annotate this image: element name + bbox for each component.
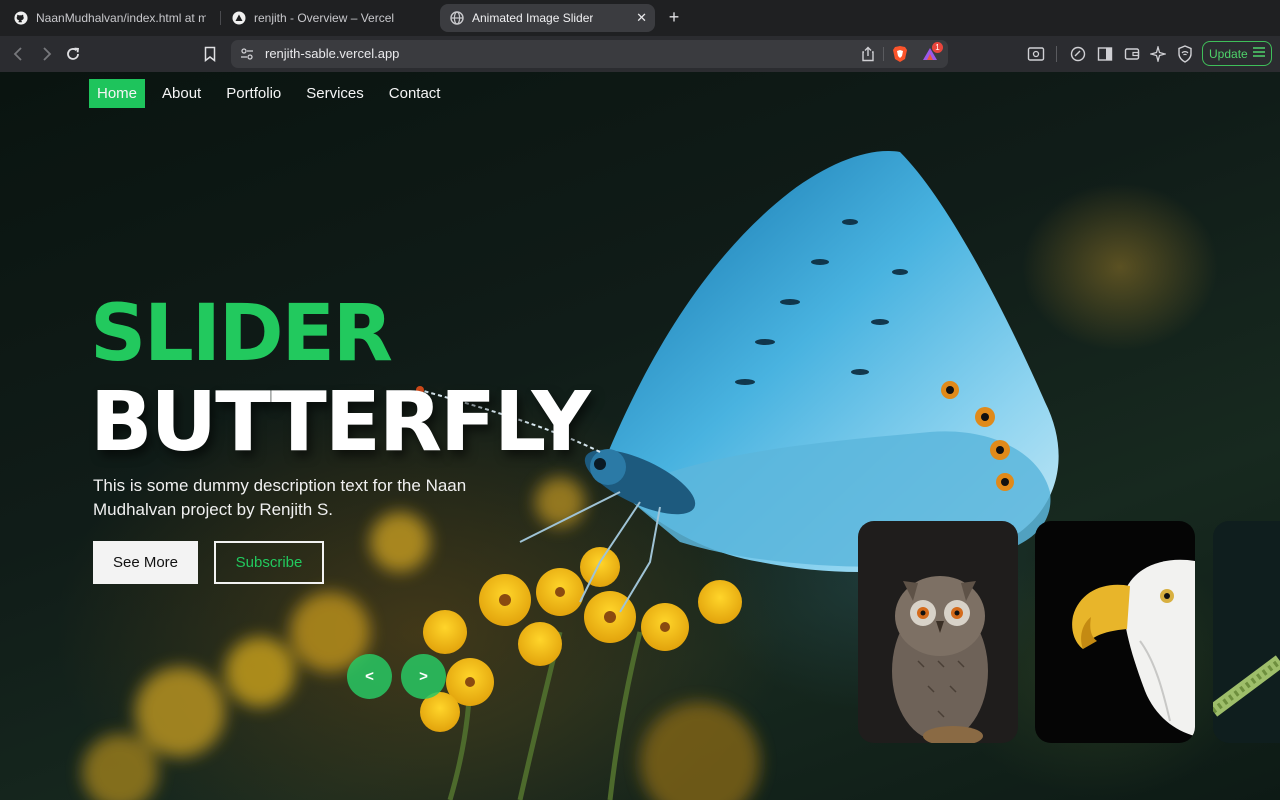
urlbar-divider [883, 47, 884, 61]
nav-contact[interactable]: Contact [381, 79, 449, 108]
forward-icon[interactable] [36, 44, 56, 64]
back-icon[interactable] [9, 44, 29, 64]
brave-shields-icon[interactable] [890, 44, 910, 64]
tab-strip: NaanMudhalvan/index.html at main renjith… [0, 0, 1280, 36]
owl-image [858, 521, 1018, 743]
hero-description: This is some dummy description text for … [93, 476, 467, 519]
thumbnail-eagle[interactable] [1035, 521, 1195, 743]
leo-icon[interactable] [1068, 44, 1088, 64]
update-label: Update [1209, 46, 1248, 61]
reader-mode-icon[interactable] [1026, 44, 1046, 64]
branch-image [1213, 521, 1280, 743]
share-icon[interactable] [858, 44, 878, 64]
new-tab-button[interactable]: + [664, 7, 684, 27]
thumbnail-owl[interactable] [858, 521, 1018, 743]
sparkle-icon[interactable] [1148, 44, 1168, 64]
see-more-button[interactable]: See More [93, 541, 198, 584]
tab-title: renjith - Overview – Vercel [254, 11, 395, 25]
vpn-shield-icon[interactable] [1175, 44, 1195, 64]
tab-vercel[interactable]: renjith - Overview – Vercel [222, 4, 434, 32]
tab-animated-image-slider[interactable]: Animated Image Slider ✕ [440, 4, 655, 32]
next-slide-button[interactable]: > [401, 654, 446, 699]
wallet-icon[interactable] [1122, 44, 1142, 64]
nav-home[interactable]: Home [89, 79, 146, 108]
toolbar-divider [1056, 46, 1057, 62]
update-button[interactable]: Update [1202, 41, 1272, 66]
sidebar-toggle-icon[interactable] [1095, 44, 1115, 64]
prev-slide-button[interactable]: < [347, 654, 392, 699]
main-nav: Home About Portfolio Services Contact [89, 79, 457, 108]
nav-about[interactable]: About [154, 79, 209, 108]
bookmark-icon[interactable] [200, 44, 220, 64]
url-text[interactable]: renjith-sable.vercel.app [265, 45, 399, 63]
tab-separator [220, 11, 221, 25]
tab-github[interactable]: NaanMudhalvan/index.html at main [4, 4, 216, 32]
tab-title: Animated Image Slider [472, 11, 594, 25]
globe-icon [450, 11, 464, 25]
notification-badge: 1 [932, 42, 943, 53]
github-icon [14, 11, 28, 25]
subscribe-button[interactable]: Subscribe [214, 541, 324, 584]
site-settings-icon[interactable] [237, 44, 257, 64]
vercel-icon [232, 11, 246, 25]
eagle-image [1035, 521, 1195, 743]
hero-title-butterfly: BUTTERFLY [90, 375, 591, 470]
nav-services[interactable]: Services [298, 79, 372, 108]
thumbnail-branch[interactable] [1213, 521, 1280, 743]
tab-title: NaanMudhalvan/index.html at main [36, 11, 206, 25]
close-tab-icon[interactable]: ✕ [636, 10, 647, 26]
hero-title-slider: SLIDER [90, 289, 393, 379]
hamburger-menu-icon [1252, 46, 1266, 61]
slider-page: Home About Portfolio Services Contact SL… [0, 72, 1280, 800]
reload-icon[interactable] [63, 44, 83, 64]
nav-portfolio[interactable]: Portfolio [218, 79, 289, 108]
